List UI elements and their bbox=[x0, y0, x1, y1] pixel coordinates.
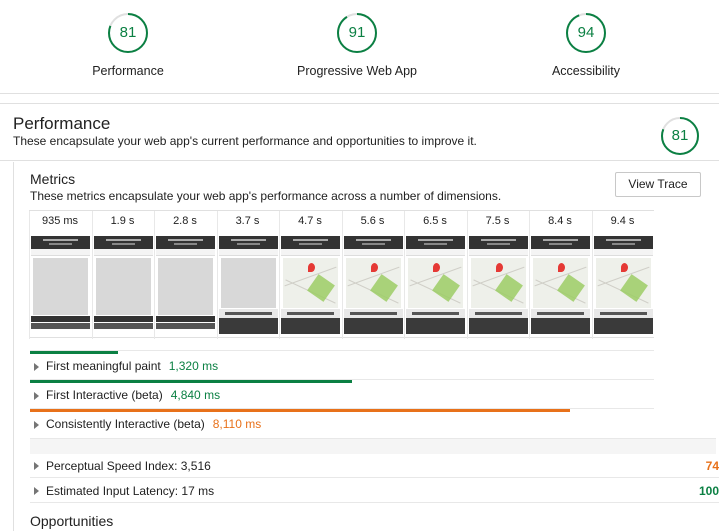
metrics-section: Metrics These metrics encapsulate your w… bbox=[13, 162, 719, 531]
expand-arrow-icon bbox=[34, 363, 39, 371]
metrics-title: Metrics bbox=[30, 171, 76, 187]
metric-value: 4,840 ms bbox=[170, 388, 221, 402]
frame-timestamp: 935 ms bbox=[41, 215, 79, 227]
metric-progress-bar bbox=[30, 380, 352, 383]
metric-name: Consistently Interactive (beta) bbox=[46, 417, 205, 431]
frame-thumbnail bbox=[531, 236, 590, 334]
metric-first-meaningful-paint[interactable]: First meaningful paint 1,320 ms bbox=[30, 350, 654, 379]
expand-arrow-icon bbox=[34, 392, 39, 400]
filmstrip-frame: 4.7 s bbox=[279, 211, 340, 339]
frame-thumbnail bbox=[281, 236, 340, 334]
frame-thumbnail bbox=[343, 236, 403, 334]
audit-name: Perceptual Speed Index: 3,516 bbox=[46, 459, 211, 473]
performance-category-gauge: 81 bbox=[660, 116, 700, 156]
frame-timestamp: 4.7 s bbox=[298, 215, 322, 227]
filmstrip-frame: 6.5 s bbox=[404, 211, 465, 339]
expand-arrow-icon bbox=[34, 487, 39, 495]
performance-description: These encapsulate your web app's current… bbox=[13, 134, 477, 148]
filmstrip-frame: 935 ms bbox=[29, 211, 90, 339]
filmstrip-frame: 8.4 s bbox=[529, 211, 590, 339]
expand-arrow-icon bbox=[34, 421, 39, 429]
frame-thumbnail bbox=[31, 236, 90, 334]
audit-score: 74 bbox=[705, 459, 719, 473]
frame-timestamp: 8.4 s bbox=[548, 215, 572, 227]
score-accessibility[interactable]: 94 Accessibility bbox=[506, 12, 666, 78]
metric-value: 8,110 ms bbox=[212, 417, 262, 431]
opportunities-title: Opportunities bbox=[30, 513, 114, 529]
pwa-score-value: 91 bbox=[348, 24, 366, 41]
frame-thumbnail bbox=[218, 236, 278, 334]
frame-timestamp: 9.4 s bbox=[610, 215, 635, 227]
section-divider bbox=[30, 438, 716, 454]
metric-name: First meaningful paint bbox=[46, 359, 161, 373]
filmstrip-frame: 9.4 s bbox=[591, 211, 653, 339]
filmstrip-frame: 5.6 s bbox=[341, 211, 403, 339]
frame-timestamp: 1.9 s bbox=[110, 215, 135, 227]
metrics-description: These metrics encapsulate your web app's… bbox=[30, 189, 502, 203]
metric-consistently-interactive[interactable]: Consistently Interactive (beta) 8,110 ms bbox=[30, 408, 654, 437]
metric-name: First Interactive (beta) bbox=[46, 388, 163, 402]
audit-perceptual-speed-index[interactable]: Perceptual Speed Index: 3,516 74 bbox=[30, 454, 719, 478]
performance-score-value: 81 bbox=[119, 24, 137, 41]
audit-score: 100 bbox=[698, 484, 719, 498]
performance-title: Performance bbox=[13, 114, 111, 133]
metric-progress-bar bbox=[30, 409, 570, 412]
pwa-score-label: Progressive Web App bbox=[297, 64, 417, 78]
frame-thumbnail bbox=[593, 236, 653, 334]
accessibility-score-value: 94 bbox=[577, 24, 595, 41]
audit-name: Estimated Input Latency: 17 ms bbox=[46, 484, 215, 498]
performance-score-label: Performance bbox=[92, 64, 164, 78]
frame-thumbnail bbox=[468, 236, 528, 334]
score-performance[interactable]: 81 Performance bbox=[48, 12, 208, 78]
filmstrip-frame: 7.5 s bbox=[466, 211, 528, 339]
score-pwa[interactable]: 91 Progressive Web App bbox=[277, 12, 437, 78]
audit-estimated-input-latency[interactable]: Estimated Input Latency: 17 ms 100 bbox=[30, 479, 719, 503]
accessibility-score-gauge: 94 bbox=[565, 12, 607, 54]
metric-first-interactive[interactable]: First Interactive (beta) 4,840 ms bbox=[30, 379, 654, 408]
frame-timestamp: 6.5 s bbox=[423, 215, 447, 227]
metric-progress-bar bbox=[30, 351, 118, 354]
frame-thumbnail bbox=[93, 236, 153, 334]
filmstrip-frame: 1.9 s bbox=[91, 211, 153, 339]
frame-timestamp: 5.6 s bbox=[360, 215, 385, 227]
pwa-score-gauge: 91 bbox=[336, 12, 378, 54]
performance-category-header: Performance These encapsulate your web a… bbox=[0, 103, 719, 161]
accessibility-score-label: Accessibility bbox=[551, 64, 621, 78]
performance-category-score: 81 bbox=[671, 127, 689, 144]
view-trace-button[interactable]: View Trace bbox=[615, 172, 701, 197]
frame-timestamp: 7.5 s bbox=[485, 215, 510, 227]
frame-thumbnail bbox=[156, 236, 215, 334]
filmstrip: 935 ms 1.9 s 2.8 s 3.7 s 4.7 s 5.6 s 6.5 s 7.5 … bbox=[29, 210, 654, 339]
performance-score-gauge: 81 bbox=[107, 12, 149, 54]
frame-thumbnail bbox=[406, 236, 465, 334]
frame-timestamp: 3.7 s bbox=[235, 215, 260, 227]
metric-value: 1,320 ms bbox=[168, 359, 219, 373]
filmstrip-frame: 3.7 s bbox=[216, 211, 278, 339]
score-summary: 81 Performance 91 Progressive Web App 94… bbox=[0, 0, 719, 94]
frame-timestamp: 2.8 s bbox=[173, 215, 197, 227]
expand-arrow-icon bbox=[34, 462, 39, 470]
filmstrip-frame: 2.8 s bbox=[154, 211, 215, 339]
